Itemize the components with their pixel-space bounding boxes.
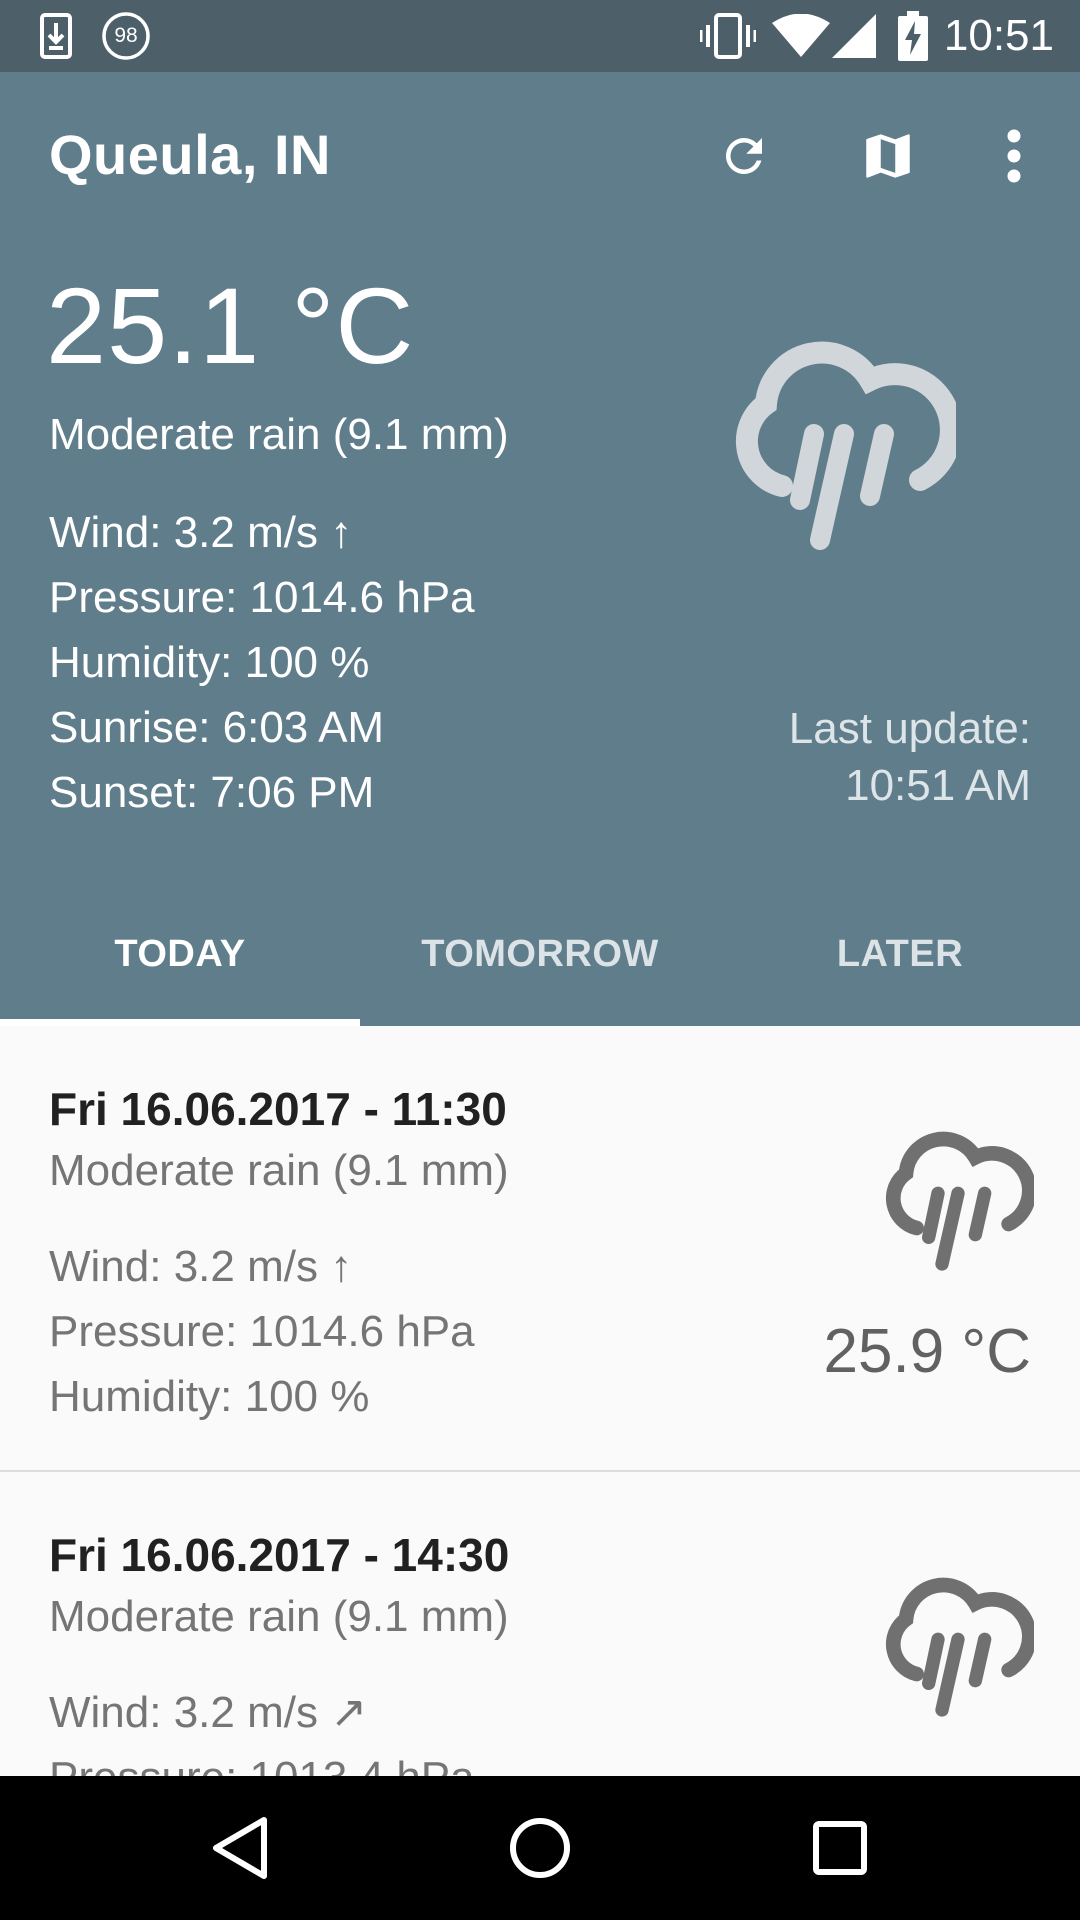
back-icon <box>213 1817 267 1879</box>
list-item[interactable]: Fri 16.06.2017 - 11:30 Moderate rain (9.… <box>0 1026 1080 1472</box>
forecast-date: Fri 16.06.2017 - 11:30 <box>49 1083 507 1135</box>
wifi-icon <box>772 0 830 72</box>
refresh-button[interactable] <box>704 116 784 196</box>
current-sunset: Sunset: 7:06 PM <box>49 768 375 817</box>
rain-cloud-icon <box>874 1124 1037 1284</box>
current-humidity: Humidity: 100 % <box>49 638 370 687</box>
current-details: Wind: 3.2 m/s ↑ Pressure: 1014.6 hPa Hum… <box>49 500 475 825</box>
forecast-wind: Wind: 3.2 m/s ↗ <box>49 1688 368 1737</box>
tab-later[interactable]: LATER <box>720 882 1080 1026</box>
current-pressure: Pressure: 1014.6 hPa <box>49 573 475 622</box>
last-update-label: Last update: <box>788 704 1031 753</box>
tab-tomorrow[interactable]: TOMORROW <box>360 882 720 1026</box>
back-button[interactable] <box>190 1798 290 1898</box>
forecast-description: Moderate rain (9.1 mm) <box>49 1592 509 1641</box>
forecast-tabs: TODAY TOMORROW LATER <box>0 882 1080 1026</box>
location-title: Queula, IN <box>49 123 331 186</box>
forecast-date: Fri 16.06.2017 - 14:30 <box>49 1529 510 1581</box>
forecast-wind: Wind: 3.2 m/s ↑ <box>49 1242 353 1291</box>
rain-cloud-icon <box>874 1570 1037 1730</box>
vibrate-icon <box>700 0 756 72</box>
tab-today[interactable]: TODAY <box>0 882 360 1026</box>
current-weather-header: Queula, IN 25.1 °C Moderate rain (9.1 mm… <box>0 72 1080 1026</box>
more-options-button[interactable] <box>974 116 1054 196</box>
list-item[interactable]: Fri 16.06.2017 - 14:30 Moderate rain (9.… <box>0 1472 1080 1776</box>
forecast-temperature: 25.9 °C <box>823 1317 1031 1386</box>
refresh-icon <box>725 137 762 174</box>
current-sunrise: Sunrise: 6:03 AM <box>49 703 385 752</box>
notification-badge-icon: 98 <box>100 0 152 72</box>
status-time: 10:51 <box>943 11 1054 60</box>
forecast-details: Wind: 3.2 m/s ↑ Pressure: 1014.6 hPa Hum… <box>49 1234 475 1429</box>
current-temperature: 25.1 °C <box>46 265 415 386</box>
recents-button[interactable] <box>790 1798 890 1898</box>
home-icon <box>510 1818 570 1878</box>
tab-indicator <box>0 1019 360 1026</box>
weather-app-screen: 98 10:51 Queula, IN 25.1 °C Moderate rai… <box>0 0 1080 1920</box>
recents-icon <box>813 1821 867 1875</box>
home-button[interactable] <box>490 1798 590 1898</box>
navigation-bar <box>0 1776 1080 1920</box>
forecast-description: Moderate rain (9.1 mm) <box>49 1146 509 1195</box>
more-vert-icon <box>1007 129 1021 183</box>
forecast-humidity: Humidity: 100 % <box>49 1372 370 1421</box>
forecast-pressure: Pressure: 1014.6 hPa <box>49 1307 475 1356</box>
map-icon <box>866 134 910 178</box>
status-bar: 98 10:51 <box>0 0 1080 72</box>
forecast-pressure: Pressure: 1013.4 hPa <box>49 1745 475 1776</box>
battery-charging-icon <box>898 0 928 72</box>
last-update: Last update: 10:51 AM <box>789 700 1031 814</box>
signal-icon <box>832 0 876 72</box>
notification-badge-count: 98 <box>114 24 138 47</box>
download-icon <box>36 0 76 72</box>
rain-cloud-icon <box>720 330 962 570</box>
forecast-list[interactable]: Fri 16.06.2017 - 11:30 Moderate rain (9.… <box>0 1026 1080 1776</box>
map-button[interactable] <box>848 116 928 196</box>
current-wind: Wind: 3.2 m/s ↑ <box>49 508 353 557</box>
current-description: Moderate rain (9.1 mm) <box>49 410 509 459</box>
forecast-details: Wind: 3.2 m/s ↗ Pressure: 1013.4 hPa <box>49 1680 475 1776</box>
last-update-time: 10:51 AM <box>845 761 1031 810</box>
